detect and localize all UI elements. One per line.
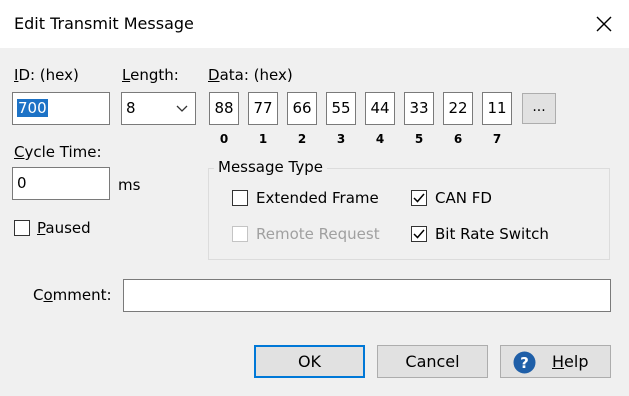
data-index-0: 0 [219, 132, 229, 146]
close-button[interactable] [590, 10, 618, 38]
id-label: ID: (hex) [14, 66, 79, 84]
length-select[interactable]: 8 [121, 92, 196, 125]
data-byte-3[interactable]: 55 [326, 92, 356, 125]
bit-rate-switch-label: Bit Rate Switch [435, 225, 549, 243]
data-index-7: 7 [492, 132, 502, 146]
data-index-2: 2 [297, 132, 307, 146]
data-byte-0[interactable]: 88 [209, 92, 239, 125]
bit-rate-switch-checkbox[interactable] [411, 226, 427, 242]
id-input[interactable]: 700 [12, 92, 110, 125]
data-label: Data: (hex) [208, 66, 293, 84]
data-byte-6[interactable]: 22 [443, 92, 473, 125]
remote-request-label: Remote Request [256, 225, 380, 243]
remote-request-checkbox[interactable] [232, 226, 248, 242]
message-type-group [208, 168, 610, 260]
data-index-1: 1 [258, 132, 268, 146]
data-index-4: 4 [375, 132, 385, 146]
paused-label: Paused [37, 219, 91, 237]
help-icon: ? [513, 351, 536, 374]
message-type-label: Message Type [214, 158, 327, 176]
help-button[interactable]: ? Help [500, 345, 611, 378]
paused-checkbox[interactable] [14, 220, 30, 236]
data-byte-7[interactable]: 11 [482, 92, 512, 125]
extended-frame-checkbox[interactable] [232, 190, 248, 206]
check-icon [413, 193, 425, 203]
ok-button[interactable]: OK [254, 345, 365, 378]
can-fd-label: CAN FD [435, 189, 492, 207]
window-title: Edit Transmit Message [14, 14, 194, 33]
data-byte-4[interactable]: 44 [365, 92, 395, 125]
cancel-button[interactable]: Cancel [377, 345, 488, 378]
comment-input[interactable] [123, 279, 611, 312]
cycle-time-input[interactable]: 0 [12, 167, 110, 200]
data-more-button[interactable]: ... [522, 93, 556, 124]
can-fd-checkbox[interactable] [411, 190, 427, 206]
data-byte-1[interactable]: 77 [248, 92, 278, 125]
help-label: Help [552, 352, 589, 371]
chevron-down-icon [176, 105, 188, 112]
data-byte-5[interactable]: 33 [404, 92, 434, 125]
cycle-time-unit: ms [118, 176, 141, 194]
data-index-5: 5 [414, 132, 424, 146]
comment-label: Comment: [33, 286, 112, 304]
length-label: Length: [122, 66, 179, 84]
extended-frame-label: Extended Frame [256, 189, 379, 207]
data-byte-2[interactable]: 66 [287, 92, 317, 125]
data-index-3: 3 [336, 132, 346, 146]
cycle-time-label: Cycle Time: [14, 143, 102, 161]
svg-text:?: ? [520, 354, 529, 372]
data-index-6: 6 [453, 132, 463, 146]
close-icon [596, 16, 612, 32]
check-icon [413, 229, 425, 239]
